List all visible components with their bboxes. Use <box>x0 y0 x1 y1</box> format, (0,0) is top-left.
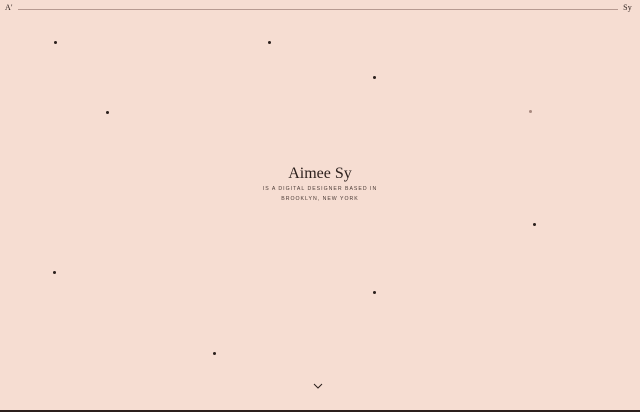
decorative-dot <box>533 223 536 226</box>
decorative-dot <box>373 291 376 294</box>
decorative-dot <box>213 352 216 355</box>
header-divider <box>18 9 618 10</box>
decorative-dot <box>373 76 376 79</box>
decorative-dot <box>268 41 271 44</box>
page-title: Aimee Sy <box>288 165 352 182</box>
logo-initials[interactable]: Sy <box>623 3 632 13</box>
decorative-dot <box>54 41 57 44</box>
chevron-down-icon[interactable] <box>313 382 323 390</box>
decorative-dot <box>529 110 532 113</box>
decorative-dot <box>106 111 109 114</box>
logo-mark[interactable]: A' <box>5 3 13 13</box>
decorative-dot <box>53 271 56 274</box>
hero-tagline: IS A DIGITAL DESIGNER BASED IN BROOKLYN,… <box>262 186 378 202</box>
top-bar: A' Sy <box>0 0 640 18</box>
hero-intro: Aimee Sy IS A DIGITAL DESIGNER BASED IN … <box>220 164 420 204</box>
